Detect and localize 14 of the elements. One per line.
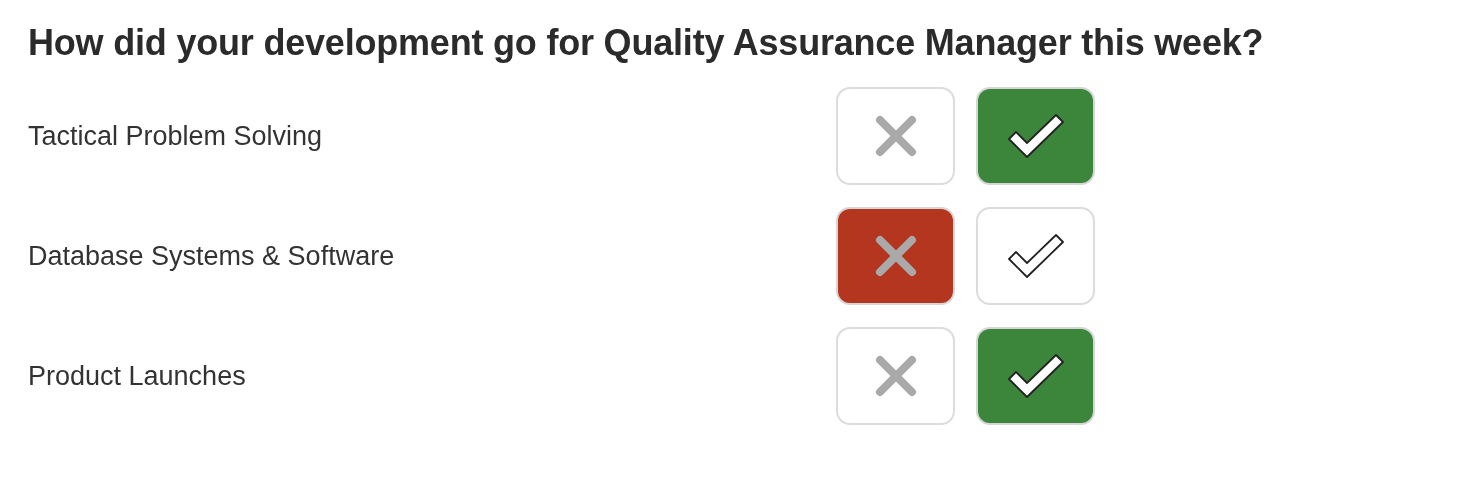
skill-label: Database Systems & Software bbox=[28, 240, 396, 272]
checkmark-icon bbox=[1005, 353, 1066, 399]
skill-label: Tactical Problem Solving bbox=[28, 120, 324, 152]
yes-button[interactable] bbox=[976, 87, 1095, 185]
checkmark-icon bbox=[1005, 233, 1066, 279]
yes-button[interactable] bbox=[976, 327, 1095, 425]
close-icon bbox=[873, 114, 918, 158]
close-icon bbox=[873, 234, 918, 278]
yes-button[interactable] bbox=[976, 207, 1095, 305]
checkmark-icon bbox=[1005, 113, 1066, 159]
skill-label: Product Launches bbox=[28, 360, 247, 392]
question-heading: How did your development go for Quality Assurance Manager this week? bbox=[28, 22, 1265, 64]
close-icon bbox=[873, 354, 918, 398]
no-button[interactable] bbox=[836, 207, 955, 305]
